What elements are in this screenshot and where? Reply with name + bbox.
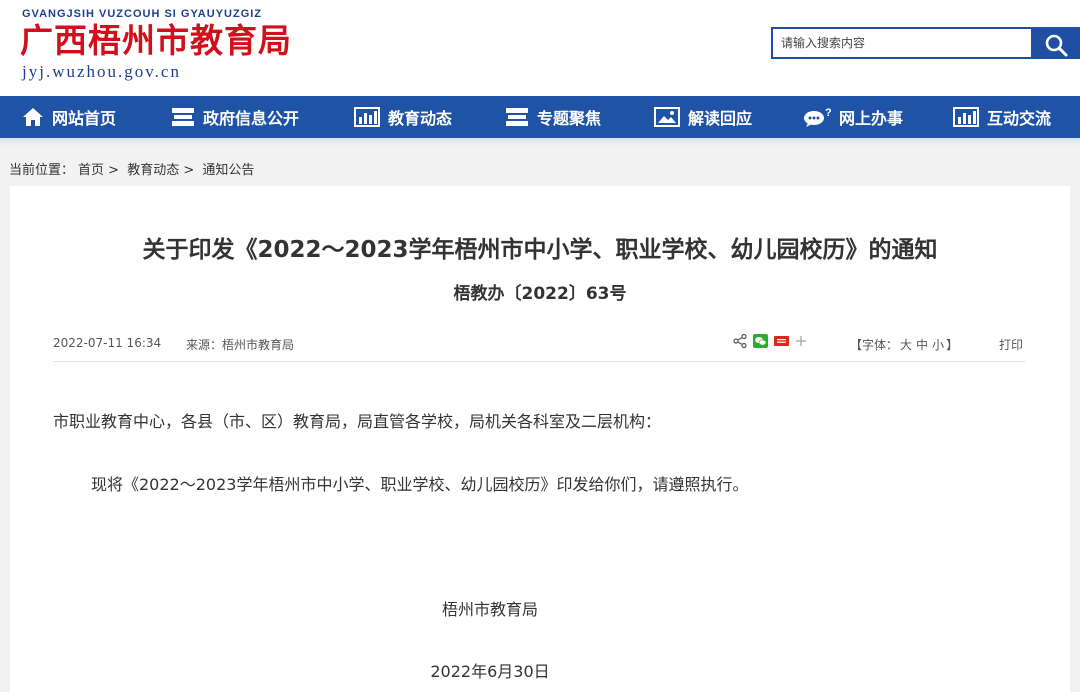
- nav-label: 互动交流: [987, 109, 1052, 128]
- nav-shadow: [0, 138, 1080, 146]
- nav-item-interpretation[interactable]: 解读回应: [654, 96, 752, 138]
- nav-label: 网上办事: [839, 109, 904, 128]
- bar-chart-icon: [953, 107, 979, 127]
- main-nav: 网站首页 政府信息公开 教育动态 专题聚焦 解读回应 网上办事 互动交流: [0, 96, 1080, 138]
- breadcrumb-prefix: 当前位置：: [9, 163, 75, 178]
- svg-text:?: ?: [825, 107, 831, 119]
- search-button[interactable]: [1031, 27, 1080, 59]
- print-button[interactable]: 打印: [999, 336, 1023, 353]
- font-size-control: 【字体：大中小】: [850, 336, 958, 353]
- font-size-label-open: 【字体：: [850, 338, 899, 352]
- signature-date: 2022年6月30日: [430, 662, 550, 681]
- font-size-small[interactable]: 小: [932, 338, 944, 352]
- logo-pinyin: GVANGJSIH VUZCOUH SI GYAUYUZGIZ: [22, 8, 263, 20]
- nav-item-edu-news[interactable]: 教育动态: [354, 96, 452, 138]
- font-size-label-close: 】: [946, 338, 959, 352]
- article-panel: 关于印发《2022～2023学年梧州市中小学、职业学校、幼儿园校历》的通知 梧教…: [10, 186, 1070, 692]
- wechat-icon[interactable]: [753, 334, 768, 348]
- site-header: GVANGJSIH VUZCOUH SI GYAUYUZGIZ 广西梧州市教育局…: [0, 0, 1080, 96]
- nav-item-topics[interactable]: 专题聚焦: [505, 96, 601, 138]
- nav-item-gov-info[interactable]: 政府信息公开: [171, 96, 299, 138]
- logo-url: jyj.wuzhou.gov.cn: [22, 62, 181, 81]
- home-icon: [23, 108, 43, 126]
- font-size-medium[interactable]: 中: [916, 338, 928, 352]
- signature: 梧州市教育局: [441, 600, 538, 619]
- font-size-large[interactable]: 大: [900, 338, 912, 352]
- doc-stack-icon: [172, 108, 194, 126]
- nav-item-home[interactable]: 网站首页: [22, 96, 116, 138]
- article-doc-number: 梧教办〔2022〕63号: [453, 284, 627, 304]
- nav-label: 政府信息公开: [203, 109, 300, 128]
- share-bar: [733, 334, 807, 348]
- picture-icon: [654, 107, 680, 127]
- article-source: 来源：梧州市教育局: [186, 338, 295, 352]
- weibo-icon[interactable]: [774, 335, 789, 347]
- search-icon: [1045, 34, 1067, 57]
- article-title: 关于印发《2022～2023学年梧州市中小学、职业学校、幼儿园校历》的通知: [142, 237, 938, 263]
- article-meta: 2022-07-11 16:34 来源：梧州市教育局 【字体： 大 中 小 】 …: [53, 328, 1026, 362]
- nav-item-interaction[interactable]: 互动交流: [953, 96, 1051, 138]
- logo-title[interactable]: 广西梧州市教育局: [20, 22, 292, 60]
- breadcrumb-home[interactable]: 首页: [78, 163, 104, 178]
- search-input[interactable]: [771, 27, 1031, 59]
- breadcrumb-separator: >: [183, 163, 195, 178]
- breadcrumb-separator: >: [108, 163, 120, 178]
- breadcrumb: 当前位置： 首页 > 教育动态 > 通知公告: [9, 159, 254, 178]
- doc-stack-icon: [506, 108, 528, 126]
- salutation: 市职业教育中心，各县（市、区）教育局，局直管各学校，局机关各科室及二层机构：: [53, 412, 662, 431]
- plus-icon[interactable]: [795, 335, 807, 347]
- breadcrumb-edu-news[interactable]: 教育动态: [127, 163, 179, 178]
- chat-bubble-icon: ?: [804, 107, 831, 127]
- nav-label: 专题聚焦: [537, 109, 602, 128]
- bar-chart-icon: [354, 107, 380, 127]
- share-icon[interactable]: [733, 334, 747, 348]
- nav-label: 教育动态: [388, 109, 453, 128]
- nav-label: 网站首页: [52, 109, 117, 128]
- breadcrumb-notices[interactable]: 通知公告: [202, 163, 254, 178]
- publish-date: 2022-07-11 16:34: [53, 336, 162, 350]
- nav-label: 解读回应: [688, 109, 753, 128]
- body-paragraph: 现将《2022～2023学年梧州市中小学、职业学校、幼儿园校历》印发给你们，请遵…: [91, 475, 749, 494]
- nav-item-online-service[interactable]: ? 网上办事: [803, 96, 903, 138]
